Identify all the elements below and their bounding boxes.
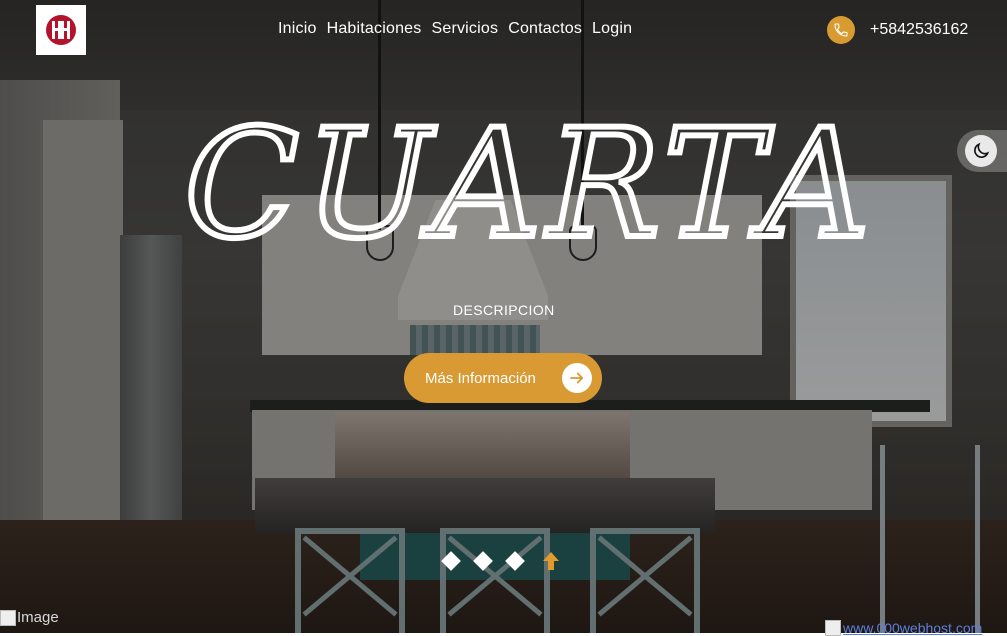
phone-icon[interactable]: [827, 16, 855, 44]
broken-image: Image: [0, 609, 59, 626]
hero-title-text: CUARTA: [184, 98, 875, 268]
hh-monogram-logo: [46, 15, 76, 45]
broken-image-alt: Image: [17, 609, 59, 626]
logo[interactable]: [36, 5, 86, 55]
nav-inicio[interactable]: Inicio: [278, 20, 317, 38]
hero-description: DESCRIPCION: [453, 302, 555, 318]
main-nav: Inicio Habitaciones Servicios Contactos …: [278, 20, 632, 38]
nav-login[interactable]: Login: [592, 20, 632, 38]
hosting-badge-text: www.000webhost.com: [843, 620, 983, 636]
hosting-badge-link[interactable]: www.000webhost.com: [825, 620, 982, 636]
nav-habitaciones[interactable]: Habitaciones: [327, 20, 422, 38]
phone-number[interactable]: +5842536162: [870, 21, 968, 39]
broken-image-icon: [825, 620, 841, 636]
nav-servicios[interactable]: Servicios: [431, 20, 498, 38]
more-info-label: Más Información: [425, 369, 536, 387]
theme-toggle[interactable]: [957, 130, 1007, 172]
slider-dot[interactable]: [505, 551, 525, 571]
slider-dot[interactable]: [441, 551, 461, 571]
slider-dot[interactable]: [473, 551, 493, 571]
arrow-right-icon: [562, 363, 592, 393]
slider-dots: [441, 551, 560, 571]
more-info-button[interactable]: Más Información: [404, 353, 602, 403]
nav-contactos[interactable]: Contactos: [508, 20, 582, 38]
hero-title: CUARTA: [181, 98, 875, 268]
moon-icon: [965, 135, 997, 167]
arrow-up-icon[interactable]: [542, 551, 560, 571]
broken-image-icon: [0, 609, 16, 626]
